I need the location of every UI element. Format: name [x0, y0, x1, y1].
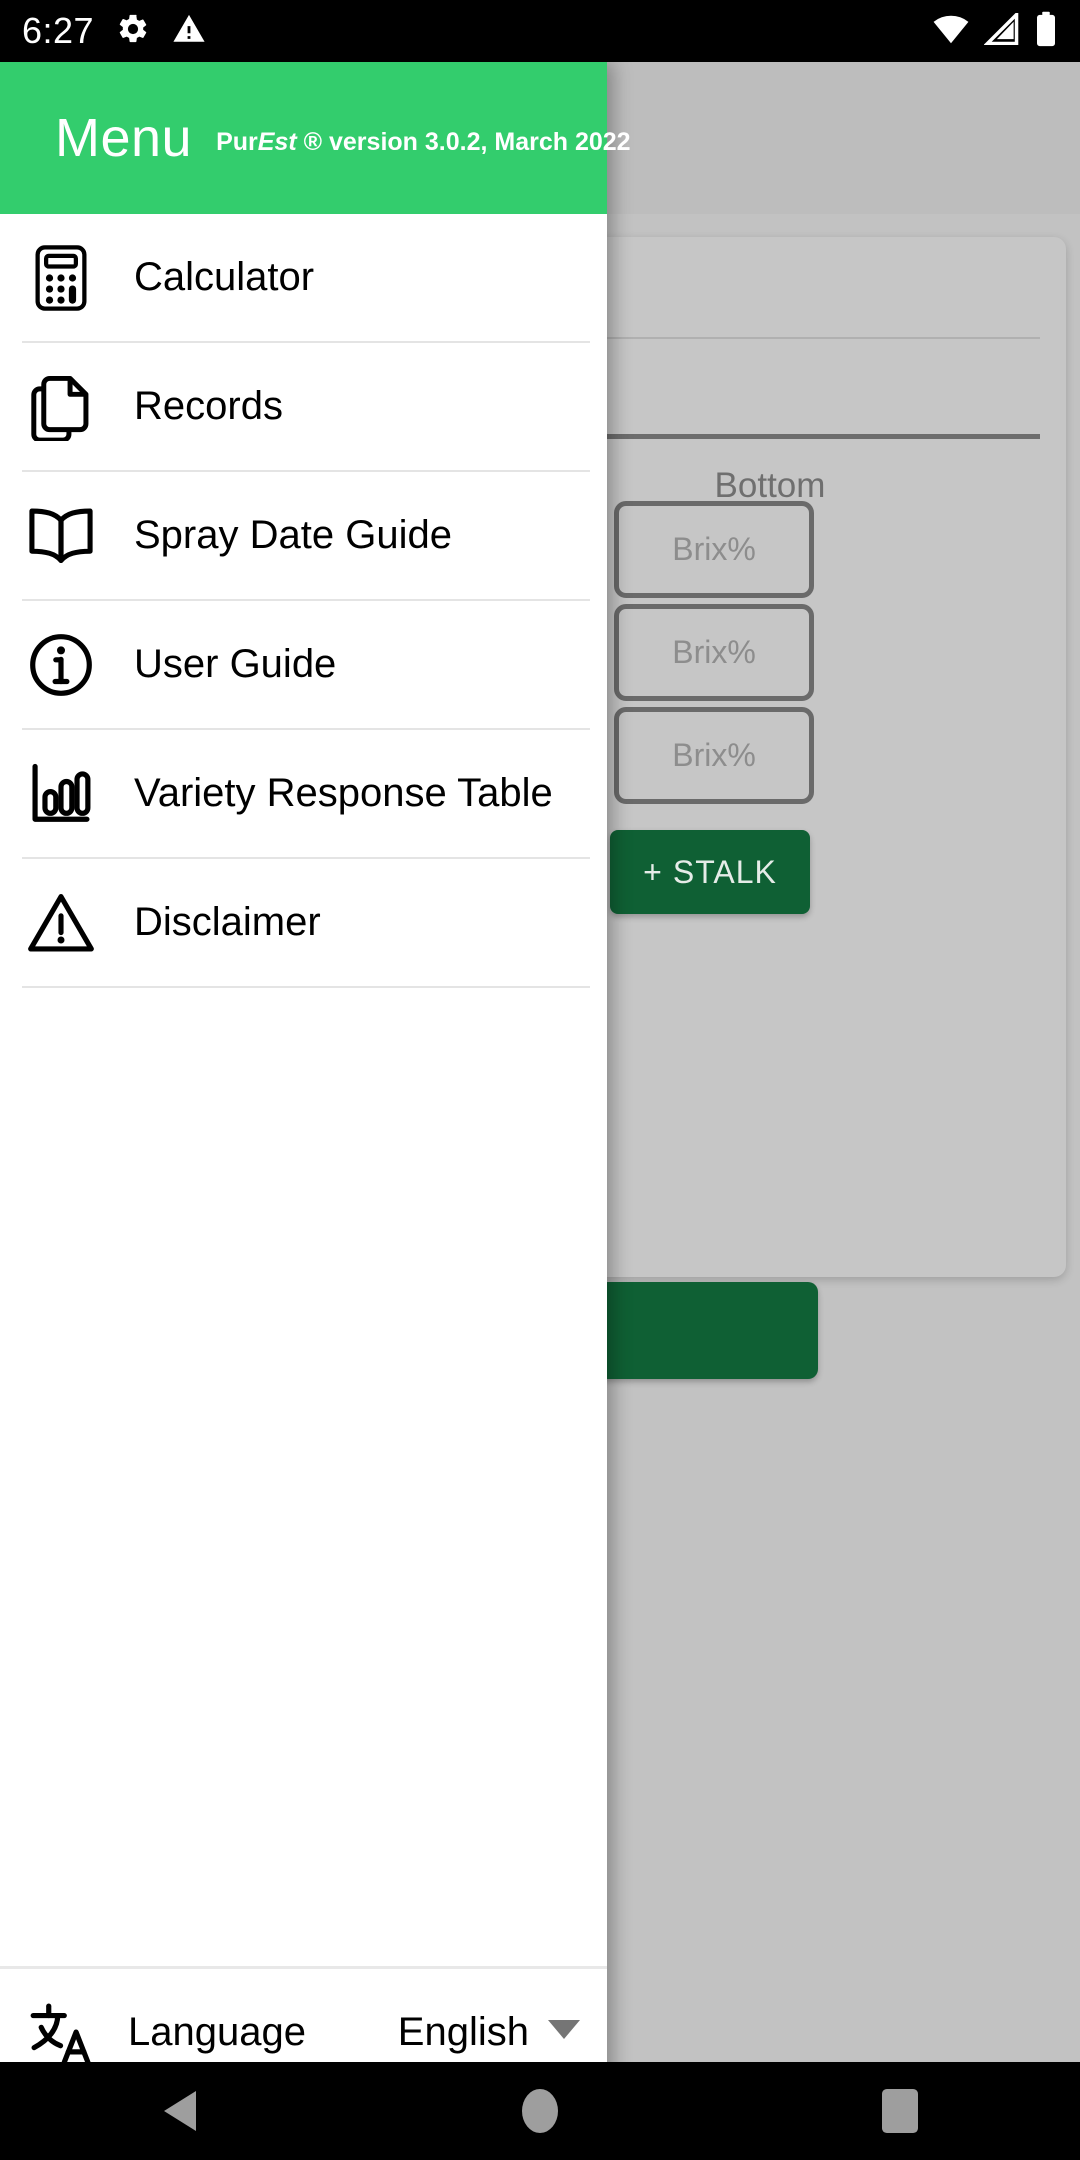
menu-item-disclaimer[interactable]: Disclaimer	[0, 859, 607, 986]
version-italic: Est	[257, 127, 297, 156]
drawer-version-label: PurEst ® version 3.0.2, March 2022	[216, 128, 630, 157]
status-bar-left: 6:27	[0, 10, 206, 52]
drawer-title: Menu	[55, 108, 193, 168]
warning-triangle-icon	[22, 884, 100, 962]
cell-signal-icon	[983, 9, 1020, 50]
navigation-drawer: Menu PurEst ® version 3.0.2, March 2022	[0, 62, 631, 2098]
calculator-icon	[22, 239, 100, 317]
warning-triangle-icon	[172, 12, 206, 51]
home-circle-icon[interactable]	[480, 2062, 600, 2160]
menu-item-user-guide[interactable]: User Guide	[0, 601, 607, 728]
menu-item-label: Calculator	[134, 255, 315, 299]
language-dropdown[interactable]: English	[398, 2010, 581, 2055]
open-book-icon	[22, 497, 100, 575]
gear-icon	[116, 12, 150, 51]
recents-square-icon[interactable]	[840, 2062, 960, 2160]
status-bar: 6:27	[0, 0, 1080, 62]
drawer-menu-list: Calculator Records Spray Date Guide User…	[0, 214, 607, 1966]
version-post: ® version 3.0.2, March 2022	[296, 127, 631, 156]
info-circle-icon	[22, 626, 100, 704]
menu-item-label: Records	[134, 384, 283, 428]
menu-item-label: Disclaimer	[134, 900, 321, 944]
bar-chart-icon	[22, 755, 100, 833]
language-value: English	[397, 2010, 529, 2054]
version-pre: Pur	[216, 127, 258, 156]
wifi-icon	[932, 13, 970, 50]
status-bar-clock: 6:27	[22, 10, 95, 51]
documents-icon	[22, 368, 100, 446]
status-bar-right	[932, 9, 1080, 52]
android-nav-bar	[0, 2062, 1080, 2160]
menu-item-label: Variety Response Table	[134, 771, 553, 815]
drawer-header: Menu PurEst ® version 3.0.2, March 2022	[0, 62, 631, 214]
menu-item-spray-date-guide[interactable]: Spray Date Guide	[0, 472, 607, 599]
menu-item-calculator[interactable]: Calculator	[0, 214, 607, 341]
back-triangle-icon[interactable]	[120, 2062, 240, 2160]
menu-divider	[22, 986, 590, 988]
chevron-down-icon	[547, 2019, 581, 2046]
menu-item-label: User Guide	[134, 642, 337, 686]
translate-icon	[22, 1994, 100, 2072]
phone-screen: 6:27 Bottom Brix% Brix% Brix% + STALK Me…	[0, 0, 1080, 2160]
menu-item-variety-response-table[interactable]: Variety Response Table	[0, 730, 607, 857]
battery-icon	[1034, 11, 1058, 52]
menu-item-label: Spray Date Guide	[134, 513, 452, 557]
language-label: Language	[128, 2010, 306, 2054]
menu-item-records[interactable]: Records	[0, 343, 607, 470]
